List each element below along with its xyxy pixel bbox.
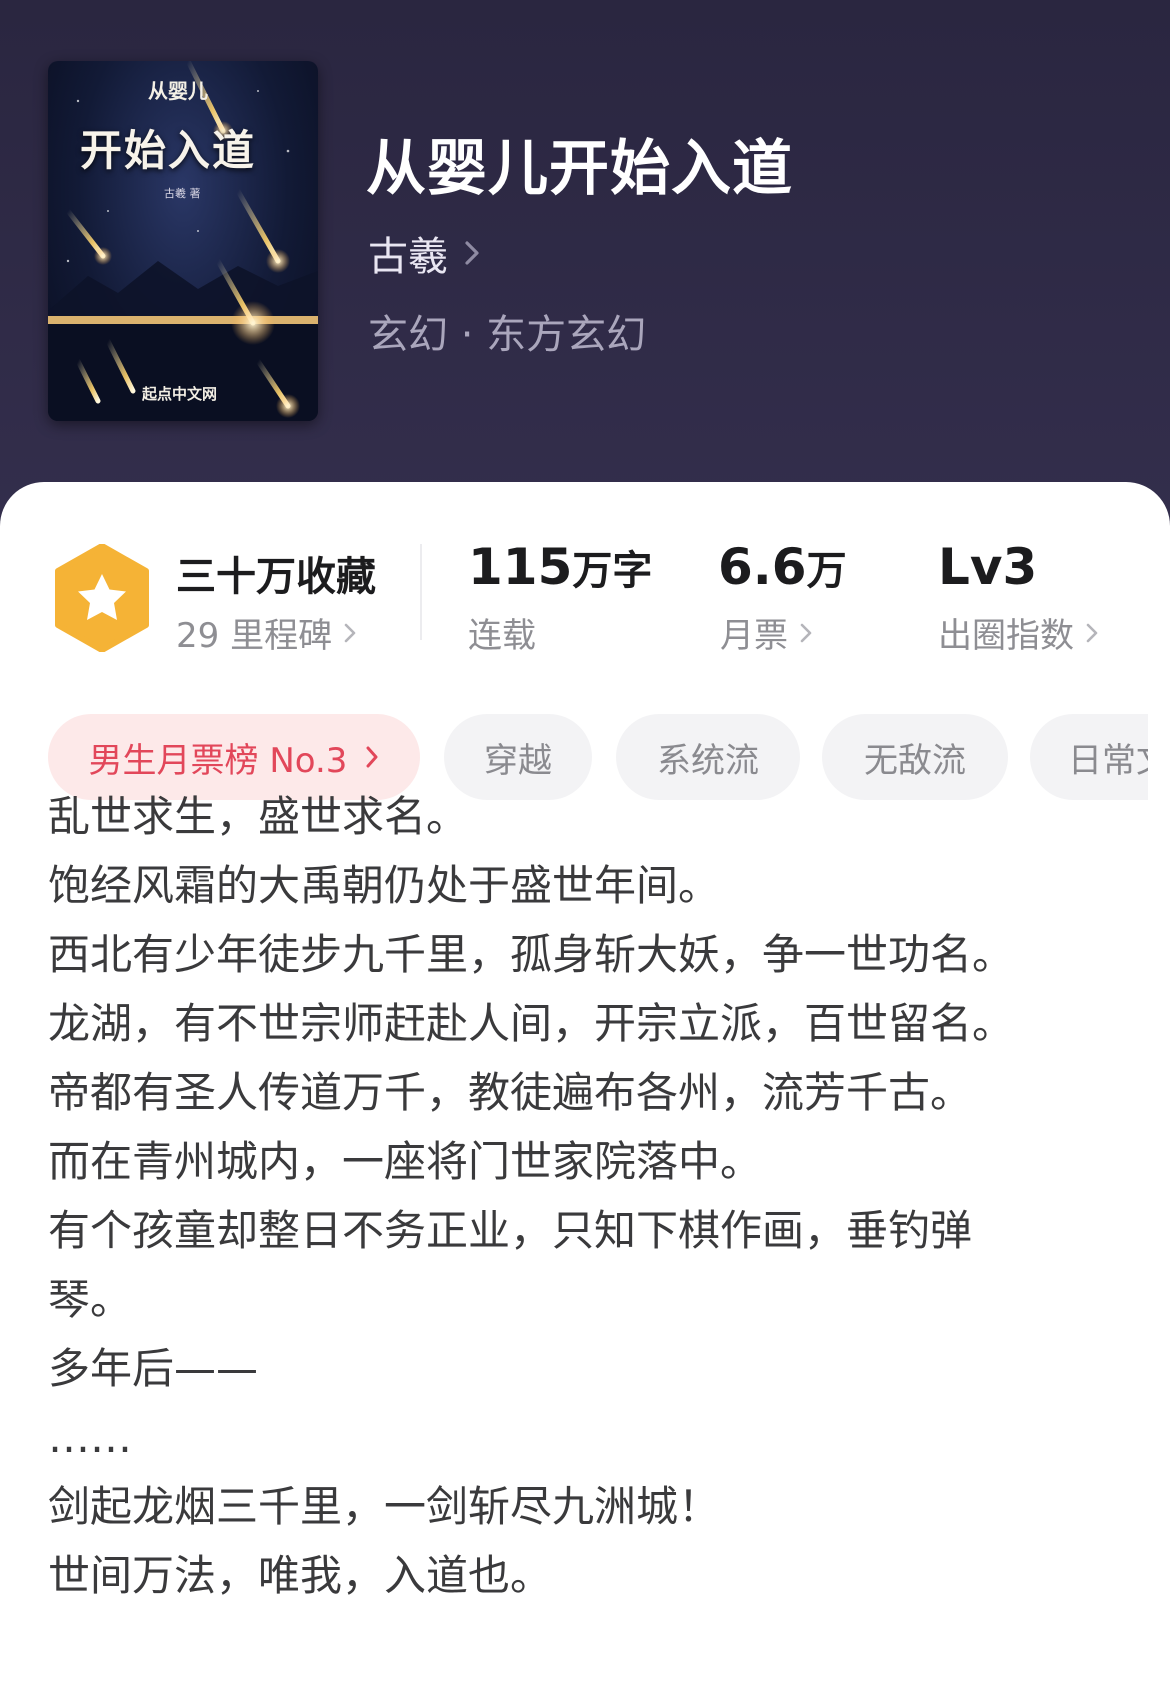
word-count-number: 115 [468,538,573,596]
author-link[interactable]: 古羲 [368,224,480,282]
description-line: 有个孩童却整日不务正业，只知下棋作画，垂钓弹 [48,1206,973,1255]
description-line: 琴。 [48,1275,133,1324]
description-line: 帝都有圣人传道万千，教徒遍布各州，流芳千古。 [48,1068,973,1117]
chevron-right-icon [344,613,356,653]
popularity-level: Lv3 [938,538,1038,596]
monthly-tickets-number: 6.6 [718,538,807,596]
book-title: 从婴儿开始入道 [366,134,793,204]
serial-status: 连载 [468,616,536,656]
book-genre: 玄幻 · 东方玄幻 [368,312,647,358]
tag-rank-label: 男生月票榜 No.3 [88,740,348,781]
stats-row: 三十万收藏 29 里程碑 115万字 连载 6.6万 月票 Lv3 出圈指数 [0,482,1170,656]
description-line: 多年后—— [48,1344,259,1393]
monthly-tickets-link[interactable]: 月票 [720,608,812,657]
author-name: 古羲 [368,234,448,280]
cover-art [48,61,318,421]
description-line: 而在青州城内，一座将门世家院落中。 [48,1137,763,1186]
chevron-right-icon [464,230,480,276]
description-line: 饱经风霜的大禹朝仍处于盛世年间。 [48,861,721,910]
cover-publisher-text: 起点中文网 [142,385,218,403]
description-line: 西北有少年徒步九千里，孤身斩大妖，争一世功名。 [48,930,1015,979]
description-line: 剑起龙烟三千里，一剑斩尽九洲城！ [48,1482,721,1531]
chevron-right-icon [365,745,379,769]
favorites-count: 三十万收藏 [176,554,376,600]
word-count: 115万字 [468,538,652,596]
monthly-tickets-label: 月票 [720,616,788,656]
description-line: 乱世求生，盛世求名。 [48,792,469,841]
cover-series-text: 从婴儿 [148,79,208,103]
chevron-right-icon [800,613,812,653]
milestone-label: 29 里程碑 [176,616,333,656]
monthly-tickets-unit: 万 [806,548,847,594]
cover-author-text: 古羲 著 [164,187,201,200]
description-line: 世间万法，唯我，入道也。 [48,1551,553,1600]
chevron-right-icon [1086,613,1098,653]
description-line: …… [48,1413,132,1462]
popularity-index-link[interactable]: 出圈指数 [938,608,1098,657]
popularity-index-label: 出圈指数 [938,616,1074,656]
collection-badge-icon [54,543,150,656]
book-cover[interactable]: 从婴儿 开始入道 古羲 著 起点中文网 [48,61,318,421]
stats-divider [420,544,422,640]
milestone-link[interactable]: 29 里程碑 [176,608,356,657]
book-header: 从婴儿 开始入道 古羲 著 起点中文网 从婴儿开始入道 古羲 玄幻 · 东方玄幻 [0,0,1170,520]
description-line: 龙湖，有不世宗师赶赴人间，开宗立派，百世留名。 [48,999,1015,1048]
monthly-tickets: 6.6万 [718,538,847,596]
cover-title-text: 开始入道 [80,126,257,175]
word-count-unit: 万字 [572,548,653,594]
book-detail-card: 三十万收藏 29 里程碑 115万字 连载 6.6万 月票 Lv3 出圈指数 男… [0,482,1170,1684]
book-description[interactable]: 乱世求生，盛世求名。 饱经风霜的大禹朝仍处于盛世年间。 西北有少年徒步九千里，孤… [48,782,1128,1610]
